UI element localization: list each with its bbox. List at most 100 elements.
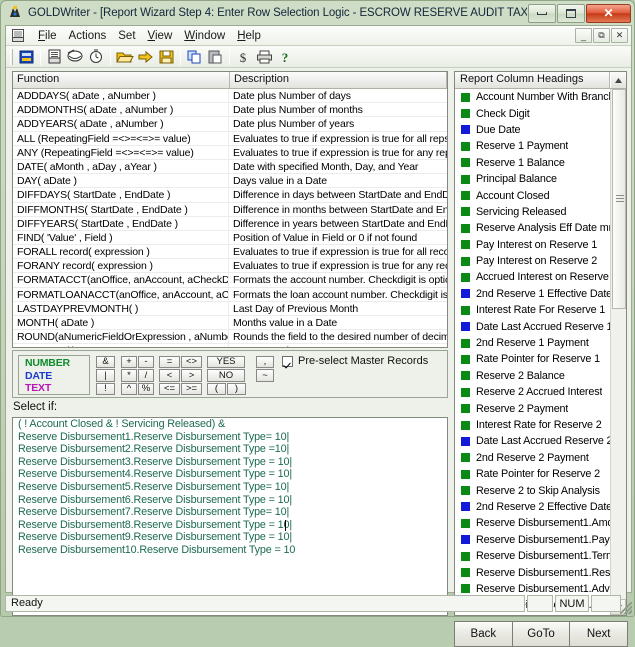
document-icon[interactable]	[44, 47, 65, 67]
maximize-button[interactable]	[557, 3, 585, 23]
yesno-key-1[interactable]: YES	[207, 356, 245, 369]
toolbar-grip[interactable]	[10, 48, 13, 65]
compare-key-2[interactable]: <>	[181, 356, 202, 369]
arith-key-3[interactable]: *	[121, 369, 137, 382]
selection-logic-editor[interactable]: ( ! Account Closed & ! Servicing Release…	[12, 417, 448, 616]
list-item[interactable]: Reserve 2 Payment	[455, 400, 610, 416]
list-item[interactable]: Accrued Interest on Reserve 1	[455, 269, 610, 285]
table-row[interactable]: ADDYEARS( aDate , aNumber ) Date plus Num…	[13, 117, 447, 132]
list-item[interactable]: Reserve 2 Balance	[455, 368, 610, 384]
list-item[interactable]: Pay Interest on Reserve 2	[455, 253, 610, 269]
table-row[interactable]: DIFFDAYS( StartDate , EndDate ) Differenc…	[13, 188, 447, 203]
next-button[interactable]: Next	[569, 621, 629, 647]
column-header-report-column-headings[interactable]: Report Column Headings	[455, 72, 610, 88]
list-item[interactable]: 2nd Reserve 1 Effective Date	[455, 286, 610, 302]
list-item[interactable]: Reserve 2 to Skip Analysis	[455, 482, 610, 498]
table-row[interactable]: FIND( 'Value' , Field ) Position of Value…	[13, 230, 447, 246]
arith-key-4[interactable]: /	[138, 369, 154, 382]
list-item[interactable]: Rate Pointer for Reserve 2	[455, 466, 610, 482]
list-item[interactable]: Pay Interest on Reserve 1	[455, 237, 610, 253]
minimize-button[interactable]	[528, 3, 556, 23]
list-item[interactable]: Reserve 2 Accrued Interest	[455, 384, 610, 400]
column-header-function[interactable]: Function	[13, 72, 230, 88]
list-item[interactable]: Principal Balance	[455, 171, 610, 187]
list-item[interactable]: Reserve Disbursement1.Reserve ...	[455, 564, 610, 580]
list-item[interactable]: Reserve 1 Payment	[455, 138, 610, 154]
column-header-description[interactable]: Description	[230, 72, 447, 88]
list-item[interactable]: Check Digit	[455, 105, 610, 121]
scroll-up-arrow-icon[interactable]	[610, 72, 626, 88]
table-row[interactable]: ADDMONTHS( aDate , aNumber ) Date plus Nu…	[13, 103, 447, 118]
paste-icon[interactable]	[205, 47, 226, 67]
list-item[interactable]: Date Last Accrued Reserve 1	[455, 318, 610, 334]
table-row[interactable]: RUNDATE( )Date report is run	[13, 344, 447, 347]
report-columns-scrollbar[interactable]	[610, 89, 626, 615]
menu-window[interactable]: Window	[178, 28, 231, 44]
logic-key-3[interactable]: !	[96, 382, 115, 395]
close-button[interactable]: ✕	[586, 3, 631, 23]
list-item[interactable]: Servicing Released	[455, 204, 610, 220]
preselect-master-records-checkbox[interactable]	[282, 355, 293, 367]
paren-key-2[interactable]: )	[227, 383, 246, 396]
open-folder-icon[interactable]	[114, 47, 135, 67]
help-icon[interactable]: ?	[275, 47, 296, 67]
list-item[interactable]: 2nd Reserve 2 Payment	[455, 450, 610, 466]
logic-key-2[interactable]: |	[96, 369, 115, 382]
list-item[interactable]: Reserve Disbursement1.Pay Date	[455, 532, 610, 548]
list-item[interactable]: 2nd Reserve 2 Effective Date	[455, 499, 610, 515]
menu-file[interactable]: File	[32, 28, 63, 44]
preselect-master-records-row[interactable]: Pre-select Master Records	[282, 355, 428, 367]
list-item[interactable]: Reserve Disbursement1.Amount t...	[455, 515, 610, 531]
table-row[interactable]: ROUND(aNumericFieldOrExpression , aNumbe…	[13, 330, 447, 345]
resize-grip[interactable]	[620, 602, 632, 614]
table-row[interactable]: DIFFYEARS( StartDate , EndDate ) Differen…	[13, 216, 447, 231]
compare-key-4[interactable]: >	[181, 369, 202, 382]
menu-view[interactable]: View	[142, 28, 179, 44]
arrow-right-icon[interactable]	[135, 47, 156, 67]
misc-key-2[interactable]: ~	[256, 369, 274, 382]
table-row[interactable]: LASTDAYPREVMONTH( ) Last Day of Previous …	[13, 301, 447, 316]
compare-key-5[interactable]: <=	[159, 382, 180, 395]
table-row[interactable]: DIFFMONTHS( StartDate , EndDate ) Differe…	[13, 202, 447, 217]
report-column-headings-list[interactable]: Report Column Headings Account Number Wi…	[454, 71, 627, 616]
list-item[interactable]: Interest Rate for Reserve 2	[455, 417, 610, 433]
list-item[interactable]: Interest Rate For Reserve 1	[455, 302, 610, 318]
dollar-icon[interactable]: $	[233, 47, 254, 67]
arith-key-6[interactable]: %	[138, 382, 154, 395]
report-icon[interactable]	[16, 47, 37, 67]
table-row[interactable]: FORMATACCT(anOffice, anAccount, aCheckD.…	[13, 273, 447, 288]
back-button[interactable]: Back	[454, 621, 513, 647]
menu-actions[interactable]: Actions	[63, 28, 113, 44]
table-row[interactable]: FORANY record( expression ) Evaluates to …	[13, 259, 447, 274]
table-row[interactable]: FORMATLOANACCT(anOffice, anAccount, aC..…	[13, 287, 447, 302]
compare-key-6[interactable]: >=	[181, 382, 202, 395]
save-disk-icon[interactable]	[156, 47, 177, 67]
list-item[interactable]: Account Closed	[455, 187, 610, 203]
arith-key-1[interactable]: +	[121, 356, 137, 369]
clock-icon[interactable]	[86, 47, 107, 67]
table-row[interactable]: DATE( aMonth , aDay , aYear ) Date with s…	[13, 159, 447, 175]
goto-button[interactable]: GoTo	[511, 621, 571, 647]
list-item[interactable]: Reserve Disbursement2.Amount t...	[455, 614, 610, 616]
copy-report-icon[interactable]	[65, 47, 86, 67]
list-item[interactable]: Rate Pointer for Reserve 1	[455, 351, 610, 367]
arith-key-5[interactable]: ^	[121, 382, 137, 395]
table-row[interactable]: FORALL record( expression ) Evaluates to …	[13, 245, 447, 260]
table-row[interactable]: ALL (RepeatingField =<>=<=>= value) Evalu…	[13, 131, 447, 146]
scrollbar-thumb[interactable]	[612, 89, 626, 309]
list-item[interactable]: Reserve 1 Balance	[455, 155, 610, 171]
list-item[interactable]: Due Date	[455, 122, 610, 138]
menu-help[interactable]: Help	[231, 28, 267, 44]
paren-key-1[interactable]: (	[207, 383, 226, 396]
list-item[interactable]: Account Number With Branch	[455, 89, 610, 105]
function-list[interactable]: Function Description ADDDAYS( aDate , aN…	[12, 71, 448, 348]
mdi-restore-button[interactable]: ⧉	[593, 28, 610, 43]
logic-key-1[interactable]: &	[96, 356, 115, 369]
compare-key-1[interactable]: =	[159, 356, 180, 369]
table-row[interactable]: ANY (RepeatingField =<>=<=>= value) Evalu…	[13, 145, 447, 160]
misc-key-1[interactable]: ,	[256, 356, 274, 369]
table-row[interactable]: ADDDAYS( aDate , aNumber ) Date plus Numb…	[13, 89, 447, 104]
compare-key-3[interactable]: <	[159, 369, 180, 382]
mdi-minimize-button[interactable]: _	[575, 28, 592, 43]
mdi-close-button[interactable]: ✕	[611, 28, 628, 43]
